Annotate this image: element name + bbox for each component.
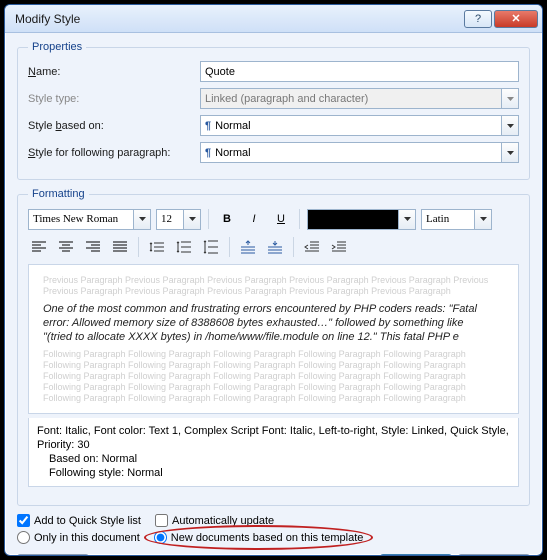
new-documents-radio[interactable]: New documents based on this template: [154, 531, 364, 544]
font-color-swatch[interactable]: [307, 209, 399, 230]
preview-sample: One of the most common and frustrating e…: [43, 302, 504, 344]
format-button[interactable]: Format: [17, 554, 89, 556]
chevron-down-icon[interactable]: [502, 142, 519, 163]
align-right-button[interactable]: [82, 236, 104, 258]
script-select[interactable]: Latin: [421, 209, 475, 230]
paragraph-toolbar: [28, 236, 519, 258]
line-spacing-2-button[interactable]: [200, 236, 222, 258]
font-family-select[interactable]: Times New Roman: [28, 209, 134, 230]
align-center-button[interactable]: [55, 236, 77, 258]
titlebar: Modify Style ? ✕: [5, 5, 542, 33]
italic-button[interactable]: I: [243, 208, 265, 230]
space-before-dec-button[interactable]: [264, 236, 286, 258]
chevron-down-icon: [502, 88, 519, 109]
help-button[interactable]: ?: [464, 10, 492, 28]
paragraph-icon: ¶: [205, 147, 211, 159]
preview-pane: Previous Paragraph Previous Paragraph Pr…: [28, 264, 519, 414]
decrease-indent-button[interactable]: [301, 236, 323, 258]
highlight-ellipse: New documents based on this template: [154, 531, 364, 544]
close-button[interactable]: ✕: [494, 10, 538, 28]
checkbox-row: Add to Quick Style list Automatically up…: [17, 514, 530, 527]
style-description: Font: Italic, Font color: Text 1, Comple…: [28, 418, 519, 487]
underline-button[interactable]: U: [270, 208, 292, 230]
ok-button[interactable]: OK: [380, 554, 452, 556]
properties-group: Properties Name: Style type: Linked (par…: [17, 41, 530, 180]
space-before-inc-button[interactable]: [237, 236, 259, 258]
chevron-down-icon[interactable]: [134, 209, 151, 230]
line-spacing-15-button[interactable]: [173, 236, 195, 258]
chevron-down-icon[interactable]: [475, 209, 492, 230]
only-this-document-radio[interactable]: Only in this document: [17, 531, 140, 544]
align-justify-button[interactable]: [109, 236, 131, 258]
chevron-down-icon[interactable]: [502, 115, 519, 136]
align-left-button[interactable]: [28, 236, 50, 258]
following-select[interactable]: ¶Normal: [200, 142, 502, 163]
style-type-select: Linked (paragraph and character): [200, 88, 502, 109]
name-input[interactable]: [200, 61, 519, 82]
dialog-footer: Format OK Cancel: [17, 554, 530, 556]
font-toolbar: Times New Roman 12 B I U Latin: [28, 208, 519, 230]
name-label: Name:: [28, 66, 200, 78]
increase-indent-button[interactable]: [328, 236, 350, 258]
line-spacing-1-button[interactable]: [146, 236, 168, 258]
modify-style-dialog: Modify Style ? ✕ Properties Name: Style …: [4, 4, 543, 556]
based-on-select[interactable]: ¶Normal: [200, 115, 502, 136]
chevron-down-icon[interactable]: [184, 209, 201, 230]
paragraph-icon: ¶: [205, 120, 211, 132]
following-label: Style for following paragraph:: [28, 147, 200, 159]
chevron-down-icon[interactable]: [399, 209, 416, 230]
formatting-legend: Formatting: [28, 188, 89, 200]
cancel-button[interactable]: Cancel: [458, 554, 530, 556]
window-title: Modify Style: [15, 12, 462, 26]
add-quick-style-checkbox[interactable]: Add to Quick Style list: [17, 514, 141, 527]
radio-row: Only in this document New documents base…: [17, 531, 530, 544]
formatting-group: Formatting Times New Roman 12 B I U Lati…: [17, 188, 530, 506]
style-type-label: Style type:: [28, 93, 200, 105]
based-on-label: Style based on:: [28, 120, 200, 132]
bold-button[interactable]: B: [216, 208, 238, 230]
auto-update-checkbox[interactable]: Automatically update: [155, 514, 274, 527]
font-size-select[interactable]: 12: [156, 209, 184, 230]
properties-legend: Properties: [28, 41, 86, 53]
